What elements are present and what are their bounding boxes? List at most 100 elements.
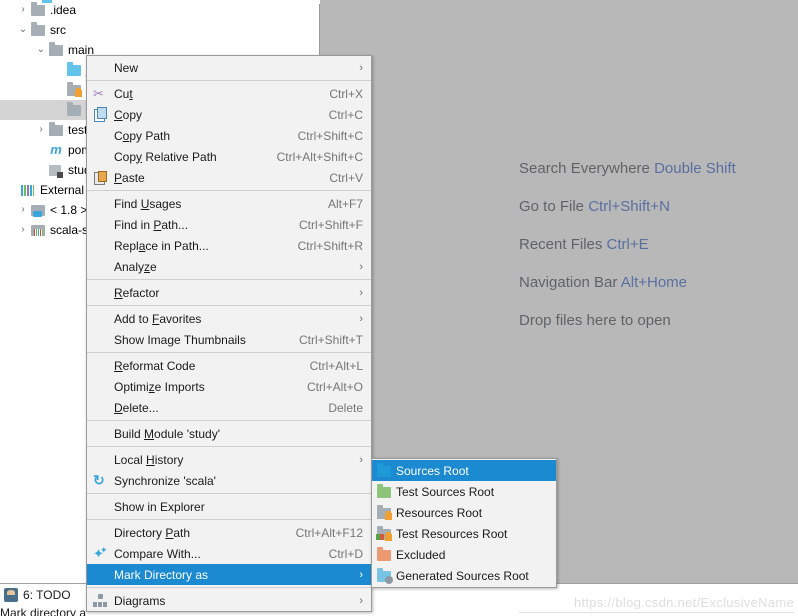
- menu-item[interactable]: Copy Ctrl+C: [87, 104, 371, 125]
- folder-icon: [48, 42, 64, 58]
- tree-item-label: .idea: [50, 3, 77, 17]
- menu-separator: [87, 279, 371, 280]
- menu-item[interactable]: Compare With... Ctrl+D: [87, 543, 371, 564]
- test-sources-root-icon: [376, 484, 392, 500]
- menu-item[interactable]: Paste Ctrl+V: [87, 167, 371, 188]
- menu-item[interactable]: Show in Explorer: [87, 496, 371, 517]
- menu-item-shortcut: Ctrl+D: [328, 546, 363, 561]
- context-menu[interactable]: New › Cut Ctrl+X Copy Ctrl+C Copy Path Ctrl+Shi…: [86, 55, 372, 612]
- menu-item-label: Analyze: [114, 259, 157, 274]
- folder-icon: [48, 122, 64, 138]
- menu-item[interactable]: Add to Favorites ›: [87, 308, 371, 329]
- todo-tool-button[interactable]: 6: TODO: [4, 588, 71, 602]
- tree-expander-icon[interactable]: ›: [16, 5, 30, 15]
- menu-item-label: Mark Directory as: [114, 567, 209, 582]
- menu-item-label: Reformat Code: [114, 358, 196, 373]
- hint-text: Go to File: [519, 198, 589, 215]
- tree-expander-icon[interactable]: ›: [16, 225, 30, 235]
- menu-item[interactable]: Refactor ›: [87, 282, 371, 303]
- menu-item[interactable]: New ›: [87, 57, 371, 78]
- editor-hints: Search Everywhere Double Shift Go to File…: [519, 160, 798, 350]
- resources-root-icon: [376, 505, 392, 521]
- chevron-right-icon: ›: [359, 312, 363, 325]
- sources-root-icon: [376, 463, 392, 479]
- submenu-item-label: Resources Root: [396, 505, 483, 520]
- hint-shortcut: Alt+Home: [620, 274, 688, 291]
- tree-expander-icon[interactable]: ›: [34, 125, 48, 135]
- menu-item[interactable]: Cut Ctrl+X: [87, 83, 371, 104]
- menu-item-label: Find in Path...: [114, 217, 189, 232]
- hint-shortcut: Ctrl+Shift+N: [588, 198, 670, 215]
- menu-separator: [87, 190, 371, 191]
- submenu-item[interactable]: Resources Root: [372, 502, 556, 523]
- menu-item-label: Copy: [114, 107, 143, 122]
- menu-item-shortcut: Ctrl+X: [329, 86, 363, 101]
- folder-icon: [30, 22, 46, 38]
- menu-item[interactable]: Directory Path Ctrl+Alt+F12: [87, 522, 371, 543]
- menu-item[interactable]: Delete... Delete: [87, 397, 371, 418]
- watermark-text: https://blog.csdn.net/ExclusiveName: [573, 595, 794, 610]
- menu-item[interactable]: Copy Path Ctrl+Shift+C: [87, 125, 371, 146]
- menu-item-label: Optimize Imports: [114, 379, 205, 394]
- tree-row[interactable]: › .idea: [0, 0, 319, 20]
- scala-sdk-icon: [30, 222, 46, 238]
- iml-file-icon: [48, 162, 64, 178]
- menu-item[interactable]: Optimize Imports Ctrl+Alt+O: [87, 376, 371, 397]
- menu-item-shortcut: Alt+F7: [327, 196, 363, 211]
- menu-item-label: New: [114, 60, 139, 75]
- menu-item-shortcut: Delete: [328, 400, 363, 415]
- idea-window: ›.idea⌄src⌄mainjrs›testmpom.xmstudy.imEx…: [0, 0, 798, 616]
- submenu-item-label: Test Sources Root: [396, 484, 495, 499]
- menu-item[interactable]: Find Usages Alt+F7: [87, 193, 371, 214]
- menu-separator: [87, 305, 371, 306]
- menu-item-label: Show Image Thumbnails: [114, 332, 246, 347]
- tree-expander-icon[interactable]: ›: [16, 205, 30, 215]
- menu-item[interactable]: Build Module 'study': [87, 423, 371, 444]
- menu-separator: [87, 587, 371, 588]
- submenu-item[interactable]: Test Sources Root: [372, 481, 556, 502]
- menu-item-shortcut: Ctrl+Alt+Shift+C: [276, 149, 363, 164]
- tree-expander-icon[interactable]: ⌄: [16, 25, 30, 35]
- menu-item[interactable]: Local History ›: [87, 449, 371, 470]
- menu-item-shortcut: Ctrl+Alt+O: [306, 379, 363, 394]
- folder-icon: [30, 2, 46, 18]
- menu-item-label: Diagrams: [114, 593, 166, 608]
- hint-text: Recent Files: [519, 236, 607, 253]
- menu-item-shortcut: Ctrl+Alt+L: [309, 358, 363, 373]
- editor-hint: Drop files here to open: [519, 312, 798, 329]
- status-hint-text: Mark directory a: [0, 606, 87, 616]
- submenu-item[interactable]: Generated Sources Root: [372, 565, 556, 586]
- menu-separator: [87, 80, 371, 81]
- hint-text: Drop files here to open: [519, 312, 671, 329]
- menu-separator: [87, 446, 371, 447]
- submenu-item[interactable]: Excluded: [372, 544, 556, 565]
- editor-hint: Go to File Ctrl+Shift+N: [519, 198, 798, 215]
- menu-item[interactable]: Find in Path... Ctrl+Shift+F: [87, 214, 371, 235]
- menu-item[interactable]: Reformat Code Ctrl+Alt+L: [87, 355, 371, 376]
- tree-expander-icon[interactable]: ⌄: [34, 45, 48, 55]
- sync-icon: [92, 472, 108, 489]
- menu-item[interactable]: Replace in Path... Ctrl+Shift+R: [87, 235, 371, 256]
- menu-item-label: Replace in Path...: [114, 238, 209, 253]
- menu-item[interactable]: Synchronize 'scala': [87, 470, 371, 491]
- menu-item-shortcut: Ctrl+Shift+R: [297, 238, 363, 253]
- menu-item[interactable]: Mark Directory as ›: [87, 564, 371, 585]
- menu-item-shortcut: Ctrl+C: [328, 107, 363, 122]
- menu-item[interactable]: Show Image Thumbnails Ctrl+Shift+T: [87, 329, 371, 350]
- menu-item[interactable]: Copy Relative Path Ctrl+Alt+Shift+C: [87, 146, 371, 167]
- menu-item-label: Find Usages: [114, 196, 182, 211]
- mark-directory-as-submenu[interactable]: Sources Root Test Sources Root Resources R…: [371, 458, 557, 588]
- menu-item-label: Local History: [114, 452, 184, 467]
- resources-folder-icon: [66, 82, 82, 98]
- menu-item[interactable]: Diagrams ›: [87, 590, 371, 611]
- tree-row[interactable]: ⌄ src: [0, 20, 319, 40]
- menu-separator: [87, 420, 371, 421]
- menu-item-shortcut: Ctrl+Shift+C: [297, 128, 363, 143]
- submenu-item[interactable]: Sources Root: [372, 460, 556, 481]
- menu-item[interactable]: Analyze ›: [87, 256, 371, 277]
- submenu-item[interactable]: Test Resources Root: [372, 523, 556, 544]
- test-resources-root-icon: [376, 526, 392, 542]
- menu-separator: [87, 519, 371, 520]
- watermark-underline: [519, 612, 794, 613]
- chevron-right-icon: ›: [359, 61, 363, 74]
